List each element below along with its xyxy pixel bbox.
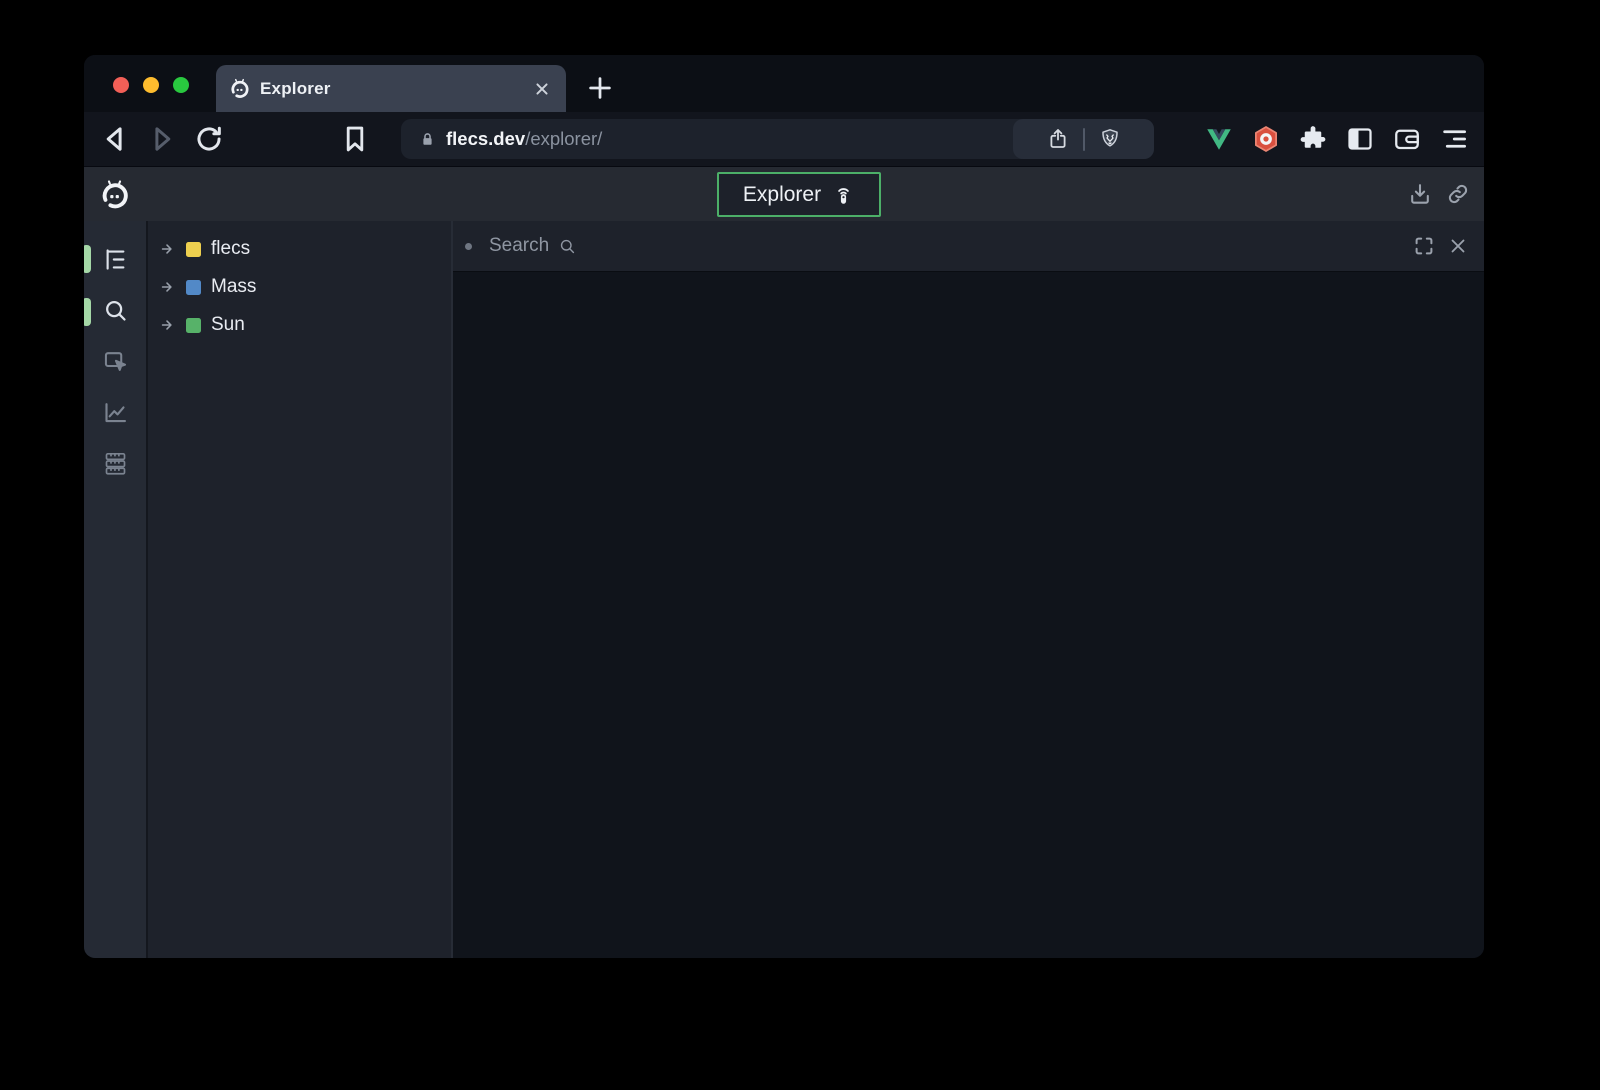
tree-item-sun[interactable]: Sun (148, 306, 451, 344)
back-icon[interactable] (98, 122, 132, 156)
menu-icon[interactable] (1439, 124, 1469, 154)
bookmark-icon[interactable] (338, 122, 372, 156)
component-color-swatch (186, 280, 201, 295)
line-chart-icon[interactable] (97, 394, 133, 430)
sidebar-toggle-icon[interactable] (1345, 124, 1375, 154)
module-color-swatch (186, 242, 201, 257)
urlbar-actions (1013, 119, 1154, 159)
address-bar[interactable]: flecs.dev/explorer/ (401, 119, 1154, 159)
tab-title: Explorer (260, 79, 521, 99)
window-zoom-button[interactable] (173, 77, 189, 93)
extensions-puzzle-icon[interactable] (1298, 124, 1328, 154)
hexagon-extension-icon[interactable] (1251, 124, 1281, 154)
search-magnifier-icon (557, 236, 578, 257)
flecs-logo-icon (99, 179, 130, 210)
entity-color-swatch (186, 318, 201, 333)
vue-devtools-icon[interactable] (1204, 124, 1234, 154)
search-panel-title: Search (489, 235, 549, 257)
forward-icon[interactable] (145, 122, 179, 156)
traffic-lights (113, 77, 189, 93)
explorer-header-actions (1407, 167, 1471, 221)
new-tab-button[interactable] (585, 73, 615, 103)
expand-arrow-icon[interactable] (158, 277, 178, 297)
explorer-title-button[interactable]: Explorer (717, 172, 881, 217)
remote-connection-icon (832, 183, 855, 206)
tree-item-flecs[interactable]: flecs (148, 230, 451, 268)
search-panel: Search (453, 221, 1484, 958)
reload-icon[interactable] (192, 122, 226, 156)
window-minimize-button[interactable] (143, 77, 159, 93)
search-icon[interactable] (97, 292, 133, 328)
tree-panel-active-indicator (84, 245, 91, 273)
fullscreen-icon[interactable] (1412, 234, 1436, 258)
expand-arrow-icon[interactable] (158, 315, 178, 335)
download-icon[interactable] (1407, 181, 1433, 207)
search-panel-active-indicator (84, 298, 91, 326)
browser-toolbar: flecs.dev/explorer/ (84, 112, 1484, 166)
flecs-favicon-icon (229, 78, 250, 99)
tab-bar: Explorer (84, 55, 1484, 112)
explorer-sidebar (84, 221, 148, 958)
close-panel-icon[interactable] (1447, 235, 1469, 257)
entity-tree-panel: flecs Mass (148, 221, 453, 958)
tab-close-icon[interactable] (531, 78, 553, 100)
explorer-title: Explorer (743, 183, 821, 207)
explorer-header: Explorer (84, 166, 1484, 221)
tree-item-label: Mass (211, 276, 256, 298)
explorer-body: flecs Mass (84, 221, 1484, 958)
lock-icon (418, 130, 437, 149)
tree-item-mass[interactable]: Mass (148, 268, 451, 306)
tree-item-label: Sun (211, 314, 245, 336)
browser-tab-explorer[interactable]: Explorer (216, 65, 566, 112)
link-icon[interactable] (1445, 181, 1471, 207)
query-results-area[interactable] (453, 272, 1484, 958)
status-dot (465, 243, 472, 250)
share-icon[interactable] (1046, 127, 1070, 151)
toolbar-divider (1083, 128, 1085, 151)
brave-shield-icon[interactable] (1098, 127, 1122, 151)
tree-item-label: flecs (211, 238, 250, 260)
table-rows-icon[interactable] (97, 445, 133, 481)
inspector-icon[interactable] (97, 343, 133, 379)
desktop-background: Explorer (0, 0, 1600, 1090)
expand-arrow-icon[interactable] (158, 239, 178, 259)
wallet-icon[interactable] (1392, 124, 1422, 154)
window-close-button[interactable] (113, 77, 129, 93)
search-panel-header: Search (453, 221, 1484, 272)
extension-icons (1204, 124, 1469, 154)
url-path: /explorer/ (525, 128, 602, 150)
browser-window: Explorer (84, 55, 1484, 958)
url-domain: flecs.dev (446, 128, 525, 150)
tree-outline-icon[interactable] (97, 241, 133, 277)
